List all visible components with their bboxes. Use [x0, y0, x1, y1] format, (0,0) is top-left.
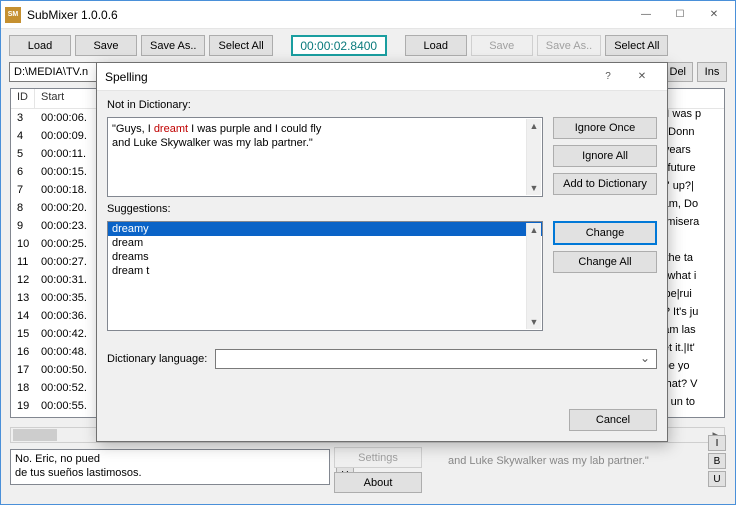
suggestion-item[interactable]: dreamy: [108, 222, 542, 236]
italic-right-button[interactable]: I: [708, 435, 726, 451]
close-button[interactable]: ✕: [697, 3, 731, 27]
window-controls: — ☐ ✕: [629, 3, 731, 27]
ignore-all-button[interactable]: Ignore All: [553, 145, 657, 167]
cell-start: 00:00:36.: [35, 310, 99, 322]
context-textarea[interactable]: "Guys, I dreamt I was purple and I could…: [107, 117, 543, 197]
settings-button: Settings: [334, 447, 422, 468]
col-start[interactable]: Start: [35, 89, 99, 108]
edit-line1: No. Eric, no pued: [15, 452, 325, 466]
suggestion-item[interactable]: dream t: [108, 264, 542, 278]
ctx-pre: "Guys, I: [112, 123, 154, 135]
suggestions-scrollbar[interactable]: ▲ ▼: [526, 223, 541, 329]
cell-start: 00:00:23.: [35, 220, 99, 232]
dialog-close-button[interactable]: ✕: [625, 65, 659, 89]
cell-start: 00:00:09.: [35, 130, 99, 142]
save-left-button[interactable]: Save: [75, 35, 137, 56]
cell-id: 18: [11, 382, 35, 394]
dictionary-language-label: Dictionary language:: [107, 353, 207, 365]
cell-start: 00:00:35.: [35, 292, 99, 304]
ctx-line2: and Luke Skywalker was my lab partner.": [112, 137, 313, 149]
save-as-left-button[interactable]: Save As..: [141, 35, 205, 56]
cell-id: 15: [11, 328, 35, 340]
bold-right-button[interactable]: B: [708, 453, 726, 469]
toolbar: Load Save Save As.. Select All 00:00:02.…: [1, 29, 735, 62]
minimize-button[interactable]: —: [629, 3, 663, 27]
sug-scroll-up-icon[interactable]: ▲: [527, 223, 541, 237]
suggestion-item[interactable]: dream: [108, 236, 542, 250]
change-all-button[interactable]: Change All: [553, 251, 657, 273]
left-edit-box[interactable]: No. Eric, no pued de tus sueños lastimos…: [10, 449, 330, 485]
spelling-dialog: Spelling ? ✕ Not in Dictionary: "Guys, I…: [96, 62, 668, 442]
cell-start: 00:00:27.: [35, 256, 99, 268]
cell-start: 00:00:18.: [35, 184, 99, 196]
cell-id: 14: [11, 310, 35, 322]
underline-right-button[interactable]: U: [708, 471, 726, 487]
save-right-button: Save: [471, 35, 533, 56]
cancel-button[interactable]: Cancel: [569, 409, 657, 431]
cell-id: 5: [11, 148, 35, 160]
cell-id: 13: [11, 292, 35, 304]
load-right-button[interactable]: Load: [405, 35, 467, 56]
cell-start: 00:00:50.: [35, 364, 99, 376]
sug-scroll-down-icon[interactable]: ▼: [527, 315, 541, 329]
format-right: I B U: [708, 435, 726, 487]
cell-start: 00:00:55.: [35, 400, 99, 412]
dialog-help-button[interactable]: ?: [591, 65, 625, 89]
dialog-titlebar: Spelling ? ✕: [97, 63, 667, 91]
cell-start: 00:00:15.: [35, 166, 99, 178]
select-all-left-button[interactable]: Select All: [209, 35, 272, 56]
suggestion-item[interactable]: dreams: [108, 250, 542, 264]
change-button[interactable]: Change: [553, 221, 657, 245]
cell-id: 16: [11, 346, 35, 358]
timecode-display: 00:00:02.8400: [291, 35, 387, 56]
dialog-title: Spelling: [105, 70, 591, 84]
cell-id: 9: [11, 220, 35, 232]
main-titlebar: SM SubMixer 1.0.0.6 — ☐ ✕: [1, 1, 735, 29]
app-icon: SM: [5, 7, 21, 23]
select-all-right-button[interactable]: Select All: [605, 35, 668, 56]
cell-start: 00:00:31.: [35, 274, 99, 286]
cell-id: 10: [11, 238, 35, 250]
cell-start: 00:00:52.: [35, 382, 99, 394]
cell-start: 00:00:11.: [35, 148, 99, 160]
maximize-button[interactable]: ☐: [663, 3, 697, 27]
mid-buttons: Settings About: [332, 447, 424, 493]
cell-start: 00:00:42.: [35, 328, 99, 340]
about-button[interactable]: About: [334, 472, 422, 493]
cell-start: 00:00:48.: [35, 346, 99, 358]
suggestions-label: Suggestions:: [107, 203, 657, 215]
scroll-up-icon[interactable]: ▲: [527, 119, 541, 133]
cell-start: 00:00:20.: [35, 202, 99, 214]
ignore-once-button[interactable]: Ignore Once: [553, 117, 657, 139]
cell-id: 8: [11, 202, 35, 214]
cell-id: 19: [11, 400, 35, 412]
cell-id: 4: [11, 130, 35, 142]
textarea-scrollbar[interactable]: ▲ ▼: [526, 119, 541, 195]
app-title: SubMixer 1.0.0.6: [27, 8, 629, 22]
misspelled-word: dreamt: [154, 123, 188, 135]
cell-id: 12: [11, 274, 35, 286]
cell-id: 3: [11, 112, 35, 124]
dictionary-language-combo[interactable]: [215, 349, 657, 369]
cell-id: 6: [11, 166, 35, 178]
ins-button[interactable]: Ins: [697, 62, 727, 82]
scroll-thumb[interactable]: [13, 429, 57, 441]
cell-start: 00:00:25.: [35, 238, 99, 250]
load-left-button[interactable]: Load: [9, 35, 71, 56]
scroll-down-icon[interactable]: ▼: [527, 181, 541, 195]
cell-id: 17: [11, 364, 35, 376]
suggestions-listbox[interactable]: dreamydreamdreamsdream t ▲ ▼: [107, 221, 543, 331]
cell-start: 00:00:06.: [35, 112, 99, 124]
right-edit-preview: and Luke Skywalker was my lab partner.": [448, 455, 713, 467]
cell-id: 7: [11, 184, 35, 196]
save-as-right-button: Save As..: [537, 35, 601, 56]
add-to-dictionary-button[interactable]: Add to Dictionary: [553, 173, 657, 195]
not-in-dictionary-label: Not in Dictionary:: [107, 99, 657, 111]
col-id[interactable]: ID: [11, 89, 35, 108]
edit-line2: de tus sueños lastimosos.: [15, 466, 325, 480]
cell-id: 11: [11, 256, 35, 268]
ctx-post: I was purple and I could fly: [188, 123, 321, 135]
